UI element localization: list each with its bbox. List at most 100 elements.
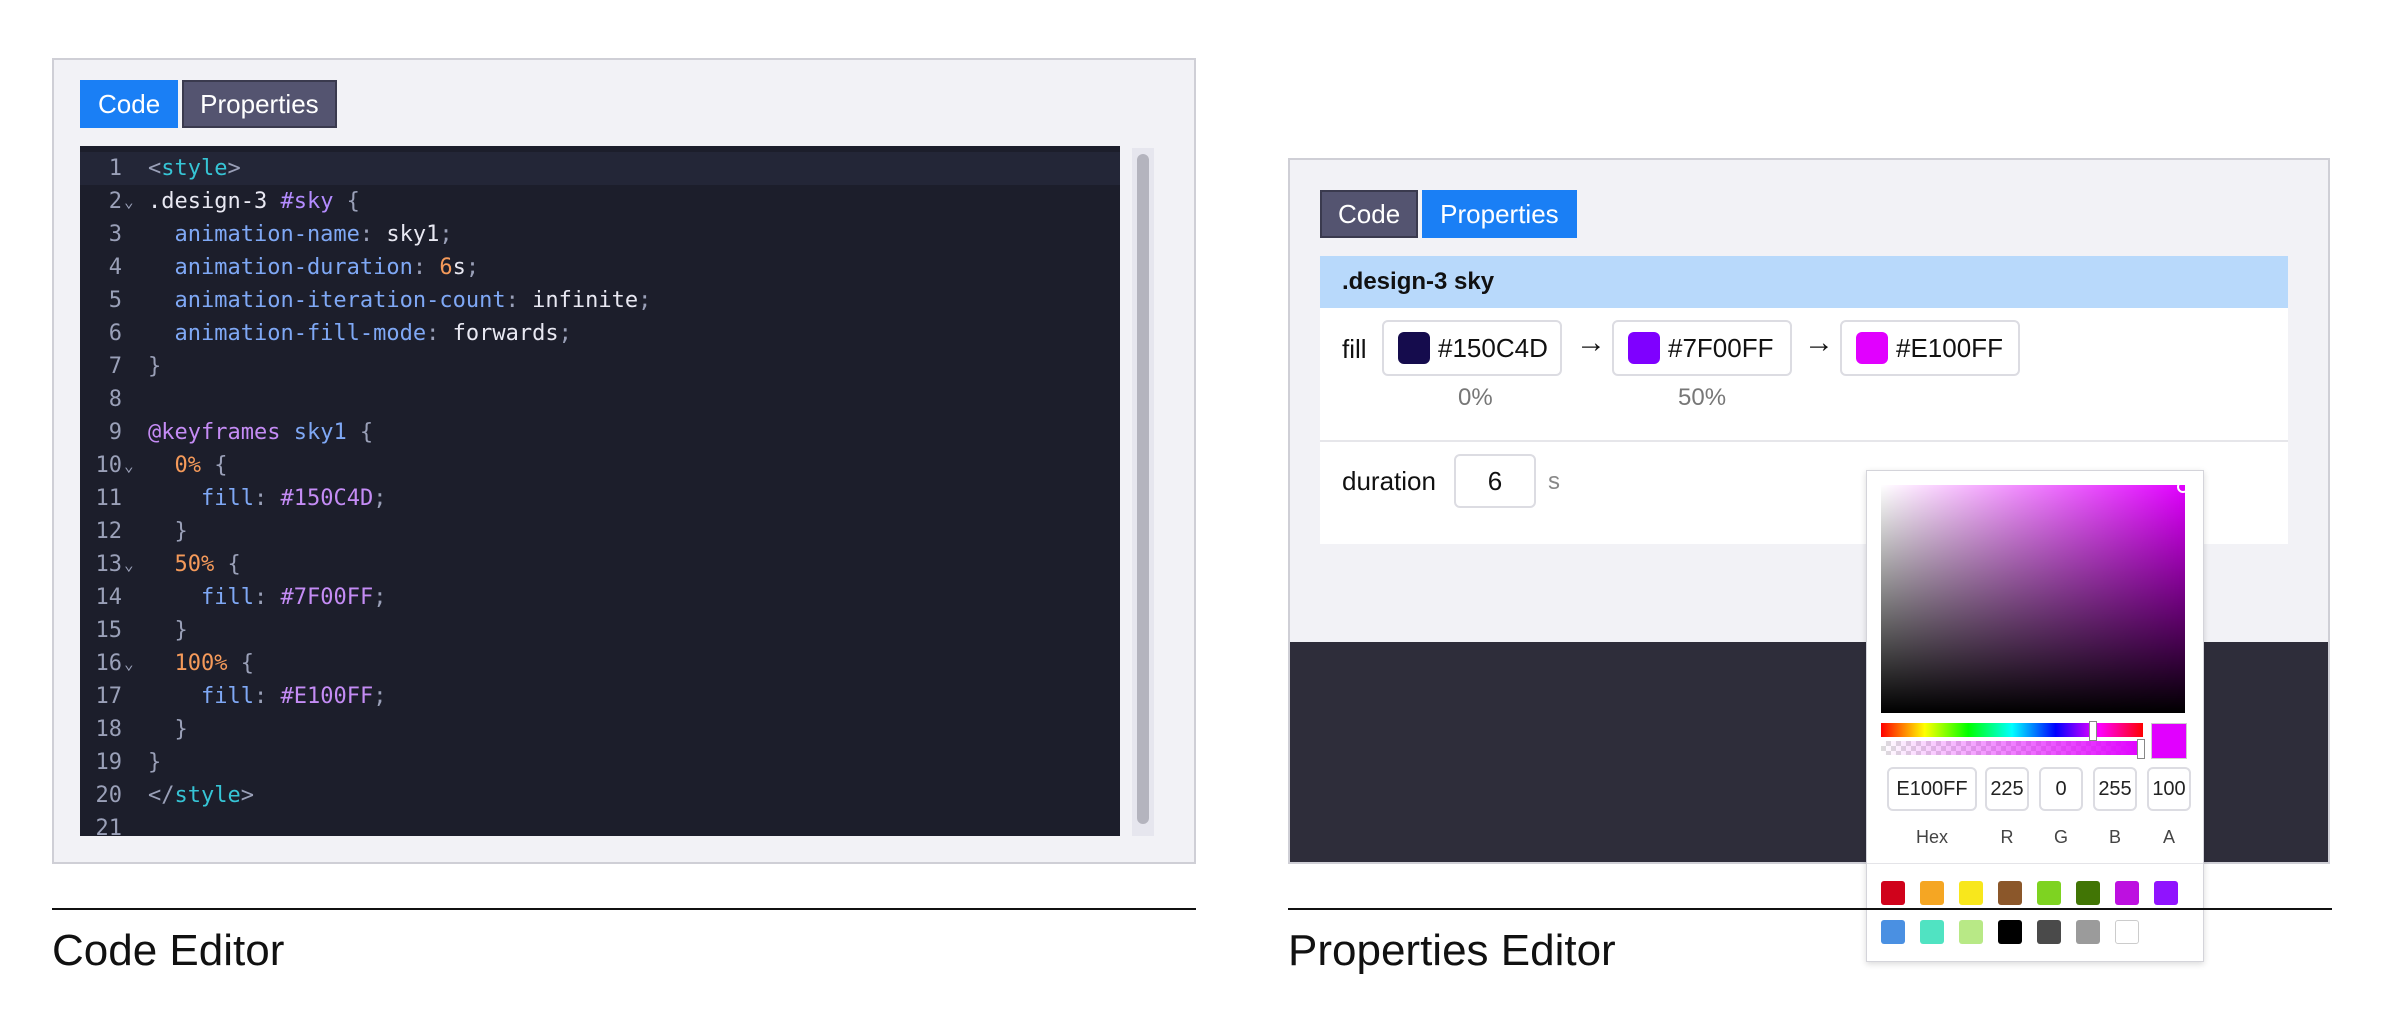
tab-code[interactable]: Code — [80, 80, 179, 128]
code-line-text: fill: #E100FF; — [148, 680, 386, 713]
code-line[interactable]: 7} — [80, 350, 1120, 383]
green-input[interactable]: 0 — [2039, 767, 2083, 811]
code-line[interactable]: 5 animation-iteration-count: infinite; — [80, 284, 1120, 317]
code-editor-panel: Code Properties 1 <style> 2 ⌄ .design-3 #sky… — [52, 58, 1196, 864]
code-token: : — [426, 321, 453, 346]
code-token: { — [333, 189, 360, 214]
stop-3-swatch — [1856, 332, 1888, 364]
hex-input[interactable]: E100FF — [1887, 767, 1977, 811]
code-token: 6 — [439, 255, 453, 280]
code-line[interactable]: 11 fill: #150C4D; — [80, 482, 1120, 515]
gradient-stop-2[interactable]: #7F00FF — [1612, 320, 1792, 376]
preset-color-swatch[interactable] — [1959, 881, 1983, 905]
code-line[interactable]: 6 animation-fill-mode: forwards; — [80, 317, 1120, 350]
code-token: ; — [558, 321, 572, 346]
code-line[interactable]: 13 ⌄ 50% { — [80, 548, 1120, 581]
preset-color-swatch[interactable] — [2076, 881, 2100, 905]
preset-color-swatch[interactable] — [2037, 920, 2061, 944]
property-separator — [1320, 440, 2288, 442]
properties-editor-tabbar: Code Properties — [1320, 190, 1577, 238]
preset-color-swatch[interactable] — [1920, 881, 1944, 905]
code-token: fill — [148, 486, 254, 511]
code-token: .design-3 — [148, 189, 281, 214]
code-token: </ — [148, 783, 175, 808]
code-line[interactable]: 19} — [80, 746, 1120, 779]
code-token: { — [227, 651, 254, 676]
code-token: { — [214, 552, 241, 577]
stop-3-hex: #E100FF — [1896, 332, 2003, 363]
hue-slider[interactable] — [1881, 721, 2143, 741]
code-line[interactable]: 8 — [80, 383, 1120, 416]
code-token: animation-duration — [148, 255, 413, 280]
duration-input[interactable]: 6 — [1454, 454, 1536, 508]
saturation-cursor[interactable] — [2177, 481, 2189, 493]
preset-color-swatch[interactable] — [1998, 920, 2022, 944]
fold-chevron-icon[interactable]: ⌄ — [124, 449, 134, 482]
tab-code[interactable]: Code — [1320, 190, 1419, 238]
preset-color-swatch[interactable] — [2154, 881, 2178, 905]
hue-slider-handle[interactable] — [2089, 721, 2097, 741]
code-token: @keyframes — [148, 420, 281, 445]
preset-color-swatch[interactable] — [2115, 881, 2139, 905]
fold-chevron-icon[interactable]: ⌄ — [124, 185, 134, 218]
fold-chevron-icon[interactable]: ⌄ — [124, 647, 134, 680]
code-token: } — [148, 717, 188, 742]
preset-color-swatch[interactable] — [1998, 881, 2022, 905]
code-line-text: } — [148, 746, 161, 779]
tab-properties[interactable]: Properties — [1422, 190, 1577, 238]
line-number: 15 — [95, 618, 123, 643]
properties-editor-panel: Code Properties .design-3 sky fill #150C… — [1288, 158, 2330, 962]
stop-1-hex: #150C4D — [1438, 332, 1548, 363]
code-line[interactable]: 17 fill: #E100FF; — [80, 680, 1120, 713]
code-scrollbar[interactable] — [1132, 148, 1154, 836]
preset-color-swatch[interactable] — [2076, 920, 2100, 944]
preset-color-swatch[interactable] — [2115, 920, 2139, 944]
preset-color-swatch[interactable] — [2037, 881, 2061, 905]
alpha-slider[interactable] — [1881, 739, 2145, 759]
code-line[interactable]: 15 } — [80, 614, 1120, 647]
code-text-area[interactable]: 1 <style> 2 ⌄ .design-3 #sky {3 animation-na… — [80, 146, 1120, 836]
code-line[interactable]: 2 ⌄ .design-3 #sky { — [80, 185, 1120, 218]
code-token: #sky — [280, 189, 334, 214]
code-line[interactable]: 21 — [80, 812, 1120, 836]
code-token: ; — [465, 255, 480, 280]
fold-chevron-icon[interactable]: ⌄ — [124, 548, 134, 581]
code-line[interactable]: 4 animation-duration: 6s; — [80, 251, 1120, 284]
code-token: #E100FF — [280, 684, 374, 709]
blue-input[interactable]: 255 — [2093, 767, 2137, 811]
code-line[interactable]: 12 } — [80, 515, 1120, 548]
code-line[interactable]: 20 </style> — [80, 779, 1120, 812]
code-line[interactable]: 3 animation-name: sky1; — [80, 218, 1120, 251]
code-token: % — [187, 453, 201, 478]
preset-color-swatch[interactable] — [1920, 920, 1944, 944]
line-number: 20 — [95, 783, 123, 808]
code-scrollbar-thumb[interactable] — [1137, 154, 1149, 824]
code-token: : — [412, 255, 440, 280]
preset-color-swatch[interactable] — [1881, 881, 1905, 905]
code-line[interactable]: 9 @keyframes sky1 { — [80, 416, 1120, 449]
code-line-text: animation-duration: 6s; — [148, 251, 479, 284]
tab-properties[interactable]: Properties — [182, 80, 337, 128]
code-line-text: 100% { — [148, 647, 254, 680]
hex-label: Hex — [1915, 827, 1948, 847]
gradient-stop-3[interactable]: #E100FF — [1840, 320, 2020, 376]
code-line[interactable]: 14 fill: #7F00FF; — [80, 581, 1120, 614]
code-token: : — [253, 585, 281, 610]
code-token: #150C4D — [280, 486, 374, 511]
stop-2-percent: 50% — [1678, 384, 1727, 411]
alpha-input[interactable]: 100 — [2147, 767, 2191, 811]
stop-2-swatch — [1628, 332, 1660, 364]
code-editor-divider — [52, 908, 1196, 910]
code-token: { — [201, 453, 228, 478]
code-line[interactable]: 16 ⌄ 100% { — [80, 647, 1120, 680]
gradient-stop-1[interactable]: #150C4D — [1382, 320, 1562, 376]
preset-color-swatch[interactable] — [1881, 920, 1905, 944]
code-line[interactable]: 18 } — [80, 713, 1120, 746]
saturation-value-field[interactable] — [1881, 481, 2189, 713]
preset-color-swatch[interactable] — [1959, 920, 1983, 944]
code-line[interactable]: 1 <style> — [80, 152, 1120, 185]
alpha-slider-handle[interactable] — [2137, 739, 2145, 759]
code-line[interactable]: 10 ⌄ 0% { — [80, 449, 1120, 482]
red-input[interactable]: 225 — [1985, 767, 2029, 811]
code-token: } — [148, 750, 162, 775]
